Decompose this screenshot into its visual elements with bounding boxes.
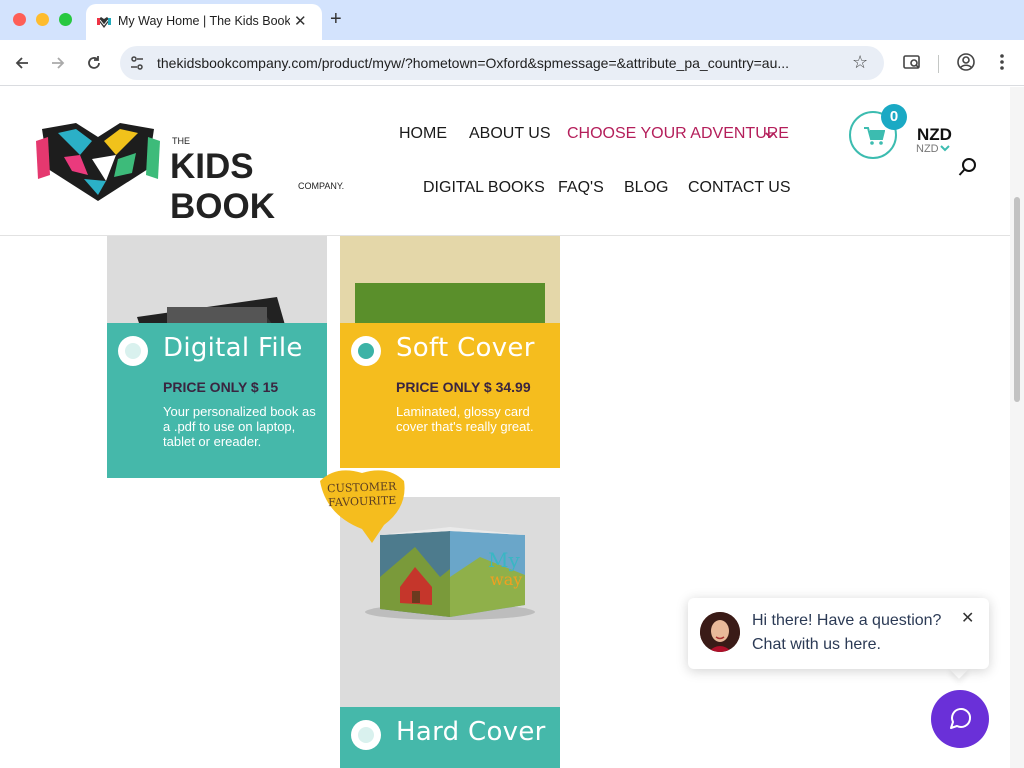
forward-button[interactable]	[47, 52, 69, 74]
nav-home[interactable]: HOME	[399, 125, 447, 143]
currency-selector-sub[interactable]: NZD	[916, 143, 939, 155]
nav-blog[interactable]: BLOG	[624, 179, 668, 197]
web-page: Digital File PRICE ONLY $ 15 Your person…	[0, 87, 1010, 768]
cart-count-badge: 0	[881, 104, 907, 130]
digital-file-radio[interactable]	[118, 336, 148, 366]
site-logo[interactable]: THE KIDS BOOK COMPANY.	[36, 117, 346, 226]
tab-title: My Way Home | The Kids Book Company	[118, 14, 290, 28]
chat-line-2: Chat with us here.	[752, 636, 881, 653]
browser-tab-active[interactable]: My Way Home | The Kids Book Company ✕	[86, 4, 322, 40]
heart-book-logo-icon	[36, 123, 160, 201]
customer-favourite-text: CUSTOMER FAVOURITE	[326, 479, 397, 510]
reload-icon	[88, 56, 100, 69]
hard-cover-radio[interactable]	[351, 720, 381, 750]
site-header: THE KIDS BOOK COMPANY. HOME ABOUT US CHO…	[0, 87, 1010, 236]
tab-search-icon[interactable]	[902, 52, 922, 72]
logo-the-text: THE	[172, 136, 190, 146]
maximize-window-button[interactable]	[59, 13, 72, 26]
chevron-down-icon[interactable]	[765, 131, 775, 139]
nav-about-us[interactable]: ABOUT US	[469, 125, 551, 143]
nav-faqs[interactable]: FAQ'S	[558, 179, 604, 197]
nav-contact-us[interactable]: CONTACT US	[688, 179, 791, 197]
new-tab-button[interactable]: +	[330, 8, 342, 31]
currency-chevron-icon[interactable]	[940, 145, 950, 152]
browser-toolbar: thekidsbookcompany.com/product/myw/?home…	[0, 40, 1024, 86]
browser-tab-strip: My Way Home | The Kids Book Company ✕ +	[0, 0, 1024, 40]
digital-file-option[interactable]: Digital File PRICE ONLY $ 15 Your person…	[107, 323, 327, 478]
address-bar[interactable]: thekidsbookcompany.com/product/myw/?home…	[120, 46, 884, 80]
chat-prompt-bubble[interactable]: Hi there! Have a question? Chat with us …	[688, 598, 989, 669]
site-favicon-icon	[97, 17, 111, 28]
soft-cover-description: Laminated, glossy card cover that's real…	[396, 404, 534, 434]
url-text: thekidsbookcompany.com/product/myw/?home…	[157, 55, 790, 71]
site-settings-icon[interactable]	[129, 55, 145, 71]
customer-favourite-badge: CUSTOMER FAVOURITE	[316, 467, 406, 547]
digital-file-price: PRICE ONLY $ 15	[163, 379, 279, 395]
minimize-window-button[interactable]	[36, 13, 49, 26]
chat-icon	[950, 708, 971, 729]
svg-text:way: way	[490, 570, 522, 589]
page-scrollbar[interactable]	[1010, 87, 1024, 768]
soft-cover-option[interactable]: Soft Cover PRICE ONLY $ 34.99 Laminated,…	[340, 323, 560, 468]
currency-selector[interactable]: NZD	[917, 125, 952, 145]
nav-digital-books[interactable]: DIGITAL BOOKS	[423, 179, 545, 197]
radio-inner	[125, 343, 141, 359]
cart-icon	[864, 127, 885, 145]
reload-button[interactable]	[83, 52, 105, 74]
menu-kebab-icon[interactable]	[992, 52, 1012, 72]
hard-cover-title: Hard Cover	[396, 717, 546, 747]
search-icon[interactable]	[958, 157, 978, 177]
arrow-right-icon	[52, 57, 65, 69]
chat-line-1: Hi there! Have a question?	[752, 612, 942, 629]
back-button[interactable]	[11, 52, 33, 74]
toolbar-divider	[938, 55, 939, 73]
logo-company-text: COMPANY.	[298, 181, 345, 191]
soft-cover-title: Soft Cover	[396, 333, 535, 363]
soft-cover-radio[interactable]	[351, 336, 381, 366]
profile-icon[interactable]	[956, 52, 976, 72]
scrollbar-thumb[interactable]	[1014, 197, 1020, 402]
hard-cover-option[interactable]: Hard Cover	[340, 707, 560, 768]
digital-file-title: Digital File	[163, 333, 303, 363]
radio-inner-selected	[358, 343, 374, 359]
support-agent-avatar	[700, 612, 740, 652]
close-window-button[interactable]	[13, 13, 26, 26]
soft-cover-price: PRICE ONLY $ 34.99	[396, 379, 531, 395]
hard-cover-book-title-art: My	[488, 548, 520, 572]
nav-choose-your-adventure[interactable]: CHOOSE YOUR ADVENTURE	[567, 125, 789, 143]
chat-launcher-button[interactable]	[931, 690, 989, 748]
tab-close-icon[interactable]: ✕	[294, 12, 307, 30]
chat-close-icon[interactable]: ✕	[961, 608, 974, 628]
radio-inner	[358, 727, 374, 743]
arrow-left-icon	[15, 57, 28, 69]
bookmark-star-icon[interactable]: ☆	[852, 52, 868, 73]
digital-file-description: Your personalized book as a .pdf to use …	[163, 404, 316, 449]
